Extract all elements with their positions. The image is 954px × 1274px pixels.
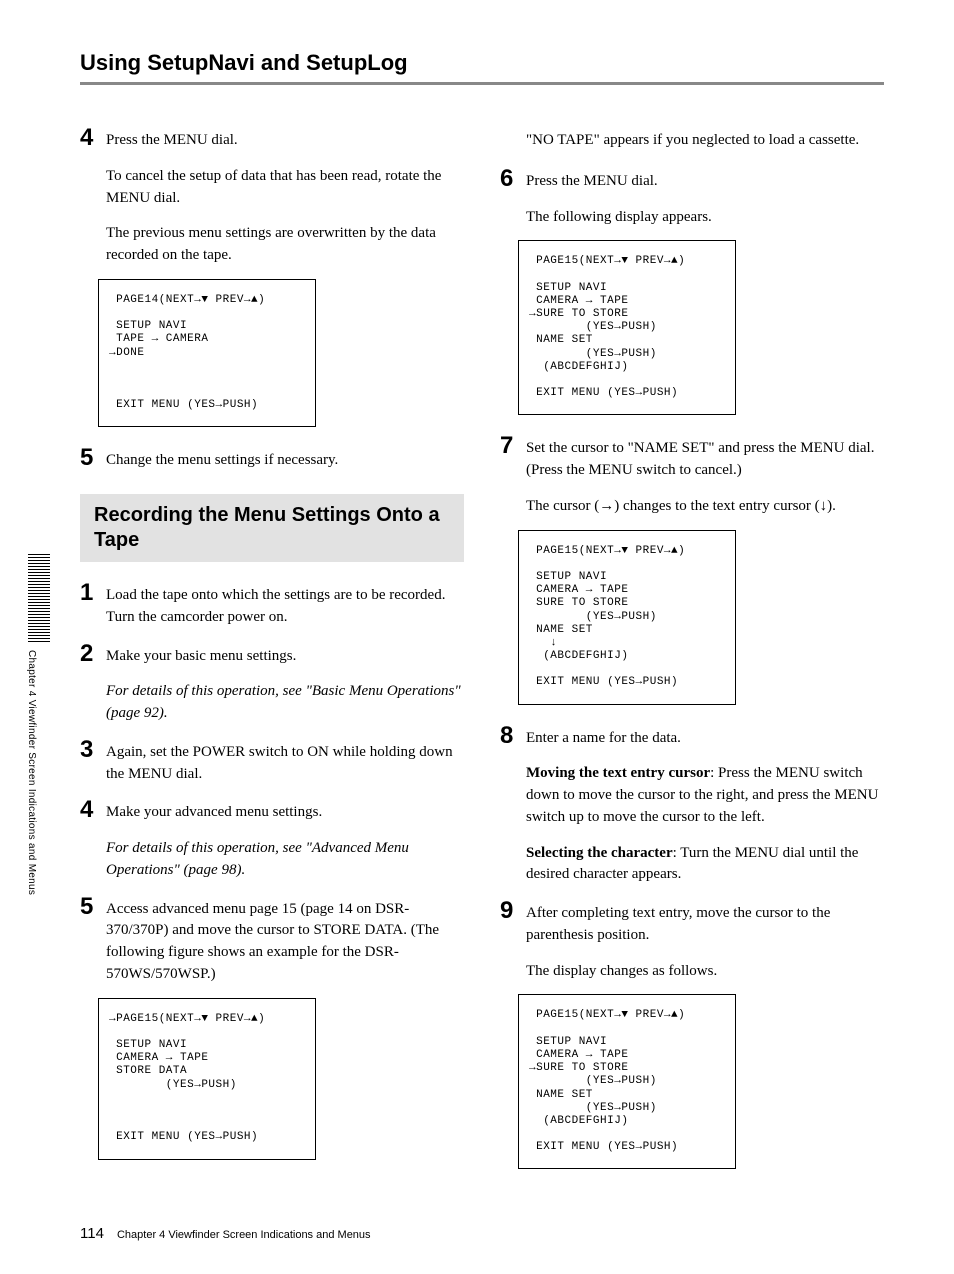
step-text: Make your advanced menu settings.	[106, 802, 464, 824]
step-number: 5	[80, 894, 106, 920]
page-footer: 114 Chapter 4 Viewfinder Screen Indicati…	[80, 1225, 371, 1242]
menu-screen-page15-sure: PAGE15(NEXT→▼ PREV→▲) SETUP NAVI CAMERA …	[518, 240, 736, 415]
section-heading-recording: Recording the Menu Settings Onto a Tape	[80, 494, 464, 562]
step-number: 2	[80, 641, 106, 667]
step-text: The following display appears.	[526, 207, 884, 229]
rec-step-4: 4 Make your advanced menu settings. For …	[80, 797, 464, 881]
step-text: To cancel the setup of data that has bee…	[106, 166, 464, 210]
step-text: Press the MENU dial.	[106, 130, 464, 152]
step-number: 9	[500, 898, 526, 924]
step-text: Make your basic menu settings.	[106, 646, 464, 668]
continuation-text: "NO TAPE" appears if you neglected to lo…	[526, 130, 884, 152]
step-number: 3	[80, 737, 106, 763]
step-text: Access advanced menu page 15 (page 14 on…	[106, 899, 464, 986]
menu-screen-page15-nameset: PAGE15(NEXT→▼ PREV→▲) SETUP NAVI CAMERA …	[518, 530, 736, 705]
rec-step-1: 1 Load the tape onto which the settings …	[80, 580, 464, 629]
selecting-character-label: Selecting the character	[526, 845, 673, 861]
step-text: Enter a name for the data.	[526, 728, 884, 750]
step-text: Press the MENU dial.	[526, 171, 884, 193]
barcode-graphic	[28, 554, 50, 642]
step-text: Load the tape onto which the settings ar…	[106, 585, 464, 629]
step-text: Set the cursor to "NAME SET" and press t…	[526, 438, 884, 482]
step-5: 5 Change the menu settings if necessary.	[80, 445, 464, 472]
moving-cursor-text: Moving the text entry cursor: Press the …	[526, 763, 884, 828]
step-text: The display changes as follows.	[526, 961, 884, 983]
footer-chapter-text: Chapter 4 Viewfinder Screen Indications …	[117, 1229, 371, 1241]
step-number: 8	[500, 723, 526, 749]
step-text: After completing text entry, move the cu…	[526, 903, 884, 947]
moving-cursor-label: Moving the text entry cursor	[526, 765, 710, 781]
left-column: 4 Press the MENU dial. To cancel the set…	[80, 125, 464, 1187]
right-column: "NO TAPE" appears if you neglected to lo…	[500, 125, 884, 1187]
step-number: 1	[80, 580, 106, 606]
rec-step-3: 3 Again, set the POWER switch to ON whil…	[80, 737, 464, 786]
step-number: 4	[80, 125, 106, 151]
rec-step-8: 8 Enter a name for the data. Moving the …	[500, 723, 884, 887]
step-number: 6	[500, 166, 526, 192]
page-number: 114	[80, 1225, 104, 1242]
rec-step-7: 7 Set the cursor to "NAME SET" and press…	[500, 433, 884, 517]
step-text: Change the menu settings if necessary.	[106, 450, 464, 472]
step-text: Again, set the POWER switch to ON while …	[106, 742, 464, 786]
menu-screen-page15-final: PAGE15(NEXT→▼ PREV→▲) SETUP NAVI CAMERA …	[518, 994, 736, 1169]
rec-step-5: 5 Access advanced menu page 15 (page 14 …	[80, 894, 464, 986]
step-reference: For details of this operation, see "Basi…	[106, 681, 464, 725]
step-number: 5	[80, 445, 106, 471]
step-4: 4 Press the MENU dial. To cancel the set…	[80, 125, 464, 267]
step-text: The previous menu settings are overwritt…	[106, 223, 464, 267]
menu-screen-page14: PAGE14(NEXT→▼ PREV→▲) SETUP NAVI TAPE → …	[98, 279, 316, 428]
side-margin: Chapter 4 Viewfinder Screen Indications …	[26, 554, 50, 895]
step-number: 4	[80, 797, 106, 823]
rec-step-9: 9 After completing text entry, move the …	[500, 898, 884, 982]
step-text: The cursor (→) changes to the text entry…	[526, 496, 884, 518]
page-title: Using SetupNavi and SetupLog	[80, 50, 884, 85]
rec-step-2: 2 Make your basic menu settings. For det…	[80, 641, 464, 725]
step-number: 7	[500, 433, 526, 459]
selecting-character-text: Selecting the character: Turn the MENU d…	[526, 843, 884, 887]
chapter-side-label: Chapter 4 Viewfinder Screen Indications …	[26, 650, 37, 895]
step-reference: For details of this operation, see "Adva…	[106, 838, 464, 882]
menu-screen-page15-store: →PAGE15(NEXT→▼ PREV→▲) SETUP NAVI CAMERA…	[98, 998, 316, 1160]
rec-step-6: 6 Press the MENU dial. The following dis…	[500, 166, 884, 229]
